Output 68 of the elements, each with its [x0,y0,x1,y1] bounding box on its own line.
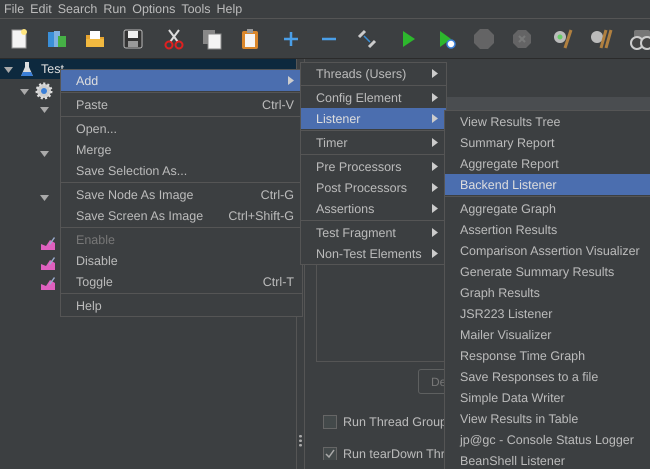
menu-item[interactable]: Open... [61,118,302,139]
checkbox-label: Run tearDown Thr [343,446,445,460]
menu-item[interactable]: Timer [301,132,446,153]
save-icon [121,26,145,50]
stop-icon [472,26,496,50]
chart-icon [40,235,56,251]
menu-item[interactable]: Config Element [301,87,446,108]
menu-item[interactable]: Aggregate Report [445,153,650,174]
menu-item[interactable]: Mailer Visualizer [445,324,650,345]
menu-item[interactable]: Assertion Results [445,219,650,240]
submenu-arrow-icon [432,228,438,237]
submenu-arrow-icon [432,249,438,258]
submenu-arrow-icon [432,162,438,171]
submenu-arrow-icon [432,69,438,78]
menu-item[interactable]: Comparison Assertion Visualizer [445,240,650,261]
submenu-arrow-icon [288,76,294,85]
menu-bar-item[interactable]: Tools [179,0,215,18]
menu-item[interactable]: Paste Ctrl-V [61,94,302,115]
menu-item[interactable]: Toggle Ctrl-T [61,271,302,292]
menu-item[interactable]: Save Selection As... [61,160,302,181]
expand-arrow-icon[interactable] [40,193,49,202]
menu-item[interactable]: Graph Results [445,282,650,303]
menu-item[interactable]: Backend Listener [445,174,650,195]
cut-icon [162,26,186,50]
chart-icon [40,255,56,271]
menu-item[interactable]: Test Fragment [301,222,446,243]
menu-item[interactable]: Save Node As Image Ctrl-G [61,184,302,205]
submenu-arrow-icon [432,93,438,102]
splitter-handle[interactable] [299,434,302,447]
expand-arrow-icon[interactable] [4,64,13,74]
checkbox[interactable] [323,414,337,428]
menu-item[interactable]: Non-Test Elements [301,243,446,264]
menu-item[interactable]: Assertions [301,198,446,219]
menu-item[interactable]: Generate Summary Results [445,261,650,282]
expand-arrow-icon[interactable] [40,105,49,114]
menu-item[interactable]: Add [61,70,302,91]
menu-item[interactable]: Post Processors [301,177,446,198]
menu-item[interactable]: Save Screen As Image Ctrl+Shift-G [61,205,302,226]
menu-item[interactable]: Summary Report [445,132,650,153]
menu-item[interactable]: Merge [61,139,302,160]
menu-item[interactable]: View Results Tree [445,111,650,132]
menu-bar-item[interactable]: Edit [28,0,56,18]
expand-arrow-icon[interactable] [20,86,29,96]
menu-bar-item[interactable]: Run [101,0,130,18]
menu-item[interactable]: BeanShell Listener [445,450,650,469]
menu-item[interactable]: Disable [61,250,302,271]
menu-item[interactable]: Help [61,295,302,316]
submenu-arrow-icon [432,114,438,123]
menu-bar-item[interactable]: File [2,0,28,18]
submenu-arrow-icon [432,138,438,147]
expand-arrow-icon[interactable] [40,149,49,158]
menu-item[interactable]: Listener [301,108,446,129]
gear-icon [35,82,53,100]
submenu-arrow-icon [432,183,438,192]
menu-item[interactable]: Pre Processors [301,156,446,177]
menu-bar-item[interactable]: Help [214,0,246,18]
chart-icon [40,275,56,291]
menu-item[interactable]: JSR223 Listener [445,303,650,324]
menu-item[interactable]: Threads (Users) [301,63,446,84]
flask-icon [19,61,35,77]
menu-bar-item[interactable]: Options [130,0,180,18]
menu-item[interactable]: Aggregate Graph [445,198,650,219]
submenu-arrow-icon [432,204,438,213]
menu-item[interactable]: jp@gc - Console Status Logger [445,429,650,450]
checkbox[interactable] [323,446,337,460]
menu-item[interactable]: Response Time Graph [445,345,650,366]
menu-bar-item[interactable]: Search [56,0,102,18]
menu-item[interactable]: View Results in Table [445,408,650,429]
